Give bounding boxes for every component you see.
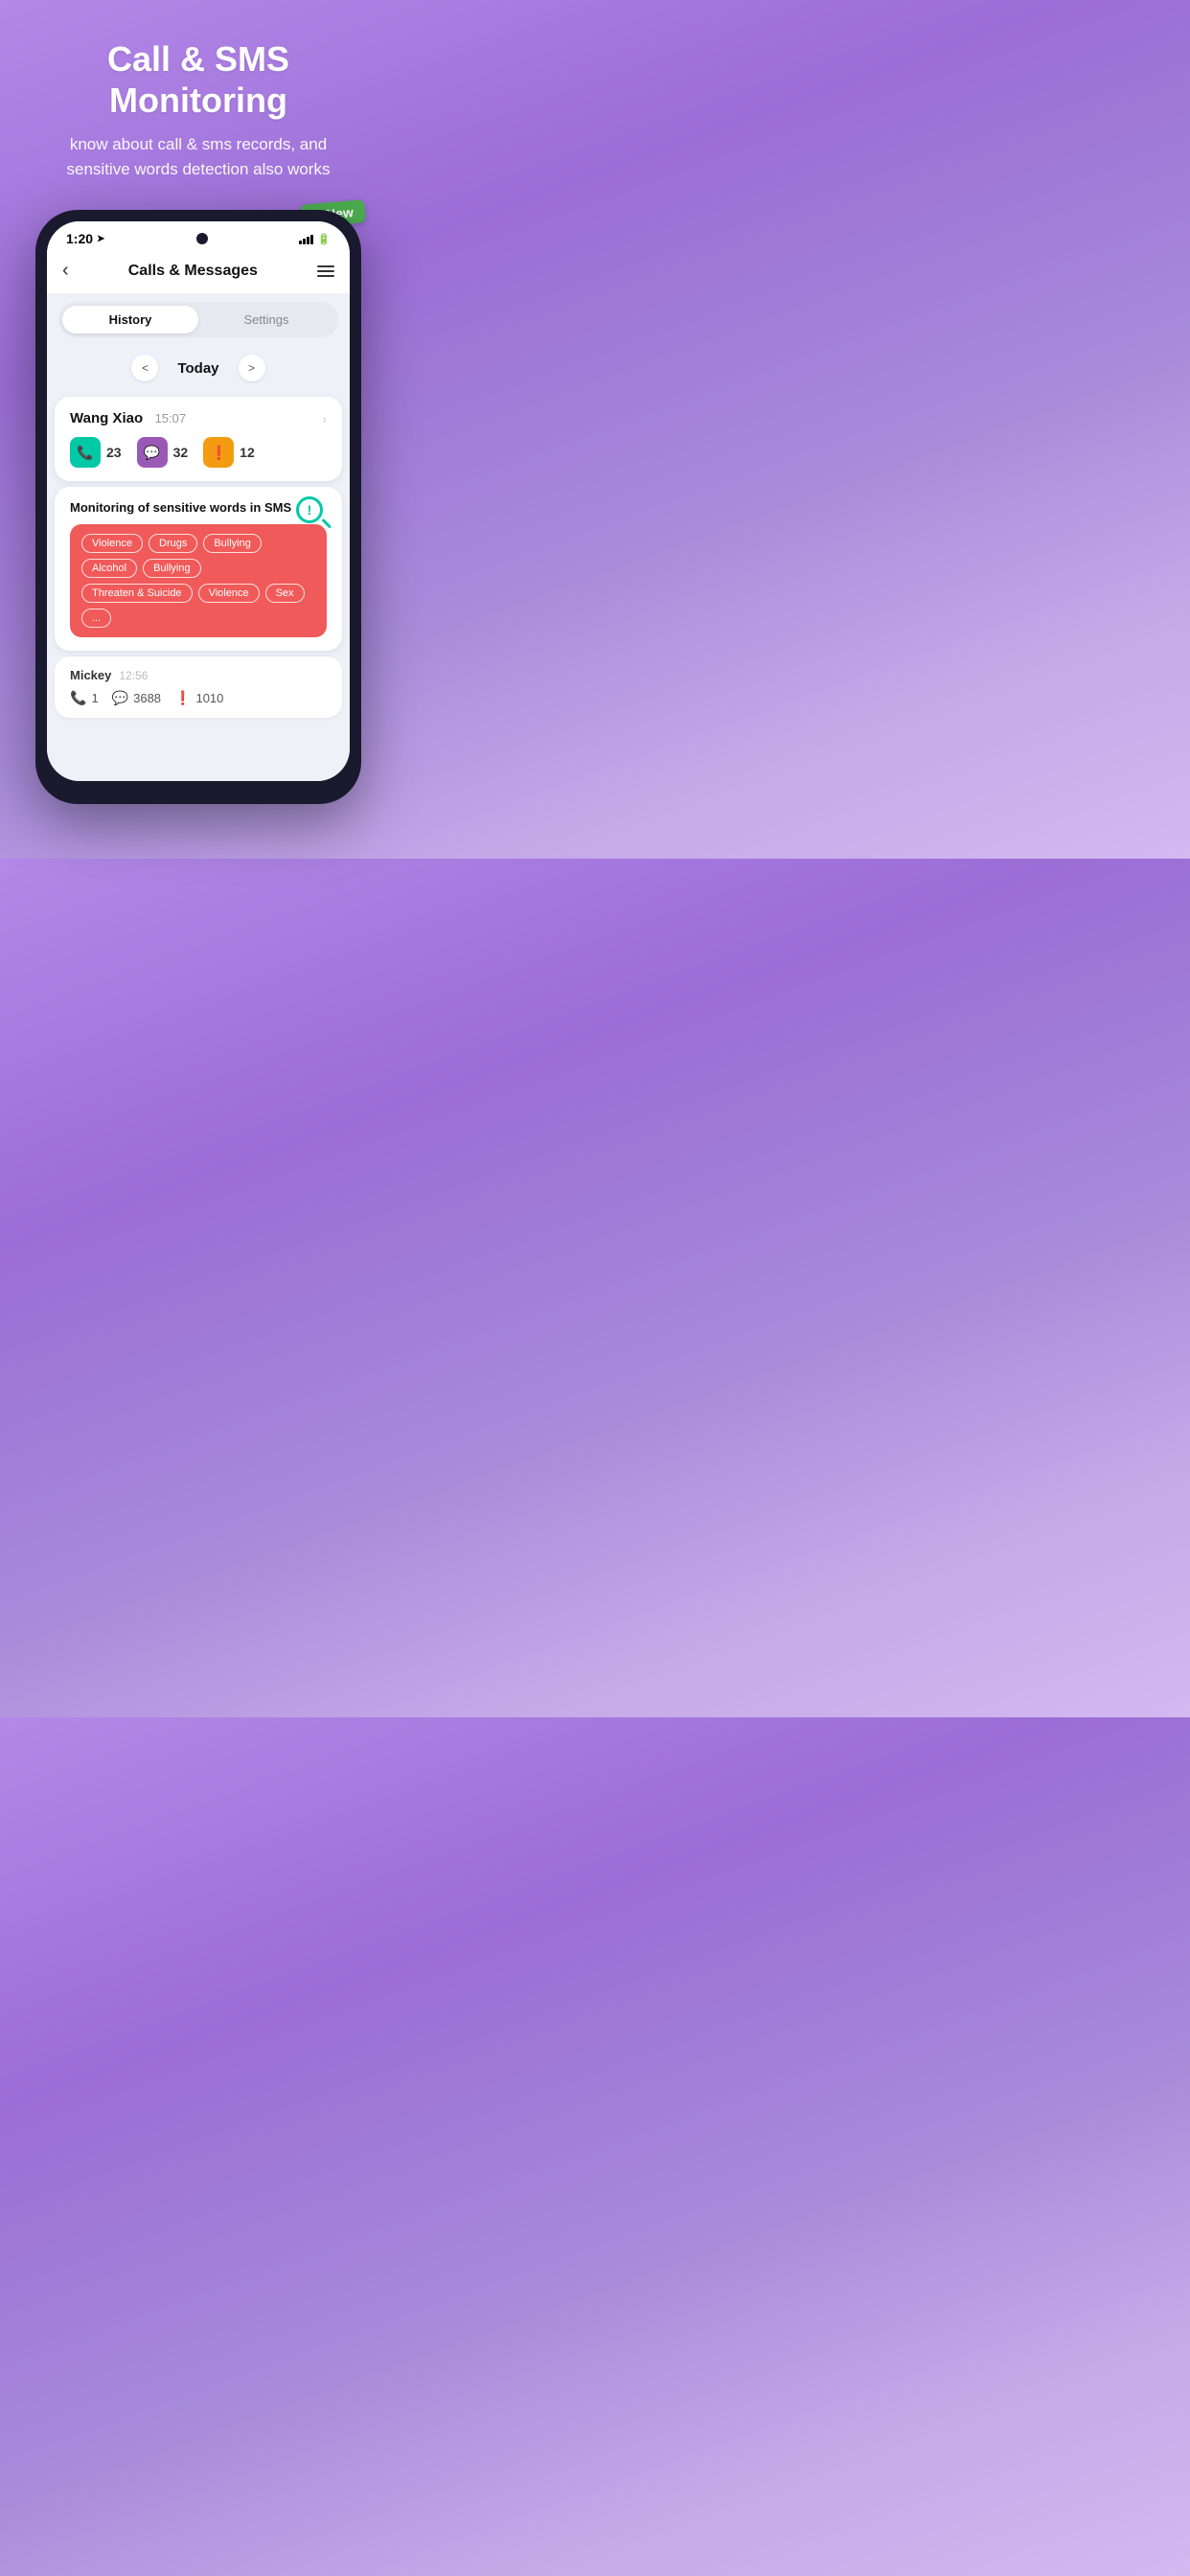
call-count: 23 (106, 445, 122, 460)
contact-header: Wang Xiao 15:07 › (70, 410, 327, 427)
message-icon: 💬 (144, 445, 160, 461)
search-circle: ! (296, 496, 323, 523)
mickey-msg-count: 3688 (133, 691, 161, 705)
mickey-name: Mickey (70, 668, 111, 682)
location-icon: ➤ (97, 234, 104, 244)
phone-frame: 1:20 ➤ 🔋 (35, 210, 361, 804)
contact-name: Wang Xiao (70, 410, 143, 426)
app-header: ‹ Calls & Messages (47, 250, 350, 294)
alert-stat: ❗ 12 (203, 437, 255, 468)
mickey-stats: 📞 1 💬 3688 ❗ 1010 (70, 690, 327, 706)
battery-icon: 🔋 (317, 233, 331, 245)
tab-switcher: History Settings (47, 294, 350, 345)
tag-violence-2: Violence (198, 584, 260, 603)
status-icons: 🔋 (299, 233, 331, 245)
alert-count: 12 (240, 445, 255, 460)
menu-line-1 (317, 265, 334, 267)
mickey-header: Mickey 12:56 (70, 668, 327, 682)
mickey-time: 12:56 (119, 669, 148, 682)
mickey-msg-icon: 💬 (112, 690, 128, 706)
tag-alcohol: Alcohol (81, 559, 137, 578)
main-title: Call & SMS Monitoring (29, 38, 368, 121)
mickey-alert-count: 1010 (195, 691, 223, 705)
tab-settings[interactable]: Settings (198, 306, 334, 334)
app-title: Calls & Messages (128, 263, 258, 280)
time-display: 1:20 (66, 231, 93, 246)
sensitive-panel-title: Monitoring of sensitive words in SMS (70, 500, 327, 515)
signal-bar-3 (307, 237, 309, 244)
tag-more: ... (81, 609, 111, 628)
phone-bottom-space (47, 724, 350, 781)
phone-icon: 📞 (77, 445, 93, 461)
tab-history[interactable]: History (62, 306, 198, 334)
search-handle-icon (321, 518, 332, 529)
phone-screen: 1:20 ➤ 🔋 (47, 221, 350, 781)
tag-violence-1: Violence (81, 534, 143, 553)
signal-bar-4 (310, 235, 313, 244)
prev-date-button[interactable]: < (131, 355, 158, 381)
menu-button[interactable] (317, 265, 334, 277)
call-icon: 📞 (70, 437, 101, 468)
alert-icon: ❗ (203, 437, 234, 468)
phone-container: ✦ New 1:20 ➤ (35, 210, 361, 804)
prev-icon: < (142, 361, 149, 375)
msg-count: 32 (173, 445, 189, 460)
menu-line-2 (317, 270, 334, 272)
mickey-alert-stat: ❗ 1010 (174, 690, 223, 706)
contact-name-row: Wang Xiao 15:07 (70, 410, 186, 427)
tab-pill-container: History Settings (58, 302, 338, 337)
next-date-button[interactable]: > (239, 355, 265, 381)
date-nav: < Today > (47, 345, 350, 391)
date-label: Today (177, 360, 218, 377)
contact-time: 15:07 (155, 411, 187, 426)
wang-xiao-card[interactable]: Wang Xiao 15:07 › 📞 23 (55, 397, 342, 481)
status-bar: 1:20 ➤ 🔋 (47, 221, 350, 250)
search-icon-badge: ! (296, 496, 331, 531)
tag-drugs: Drugs (149, 534, 197, 553)
exclamation-icon: ❗ (210, 445, 226, 461)
sub-title: know about call & sms records, andsensit… (29, 132, 368, 181)
mickey-alert-icon: ❗ (174, 690, 191, 706)
tags-container: Violence Drugs Bullying Alcohol Bullying… (70, 524, 327, 637)
mickey-call-stat: 📞 1 (70, 690, 99, 706)
msg-icon: 💬 (137, 437, 168, 468)
header-section: Call & SMS Monitoring know about call & … (0, 0, 397, 200)
mickey-phone-icon: 📞 (70, 690, 86, 706)
tag-bullying-1: Bullying (203, 534, 262, 553)
tag-bullying-2: Bullying (143, 559, 201, 578)
msg-stat: 💬 32 (137, 437, 189, 468)
tag-threaten-suicide: Threaten & Suicide (81, 584, 193, 603)
call-stat: 📞 23 (70, 437, 122, 468)
contact-stats: 📞 23 💬 32 ❗ (70, 437, 327, 468)
mickey-msg-stat: 💬 3688 (112, 690, 161, 706)
tag-sex: Sex (265, 584, 305, 603)
back-button[interactable]: ‹ (62, 260, 69, 282)
mickey-card[interactable]: Mickey 12:56 📞 1 💬 3688 ❗ (55, 656, 342, 718)
mickey-call-count: 1 (91, 691, 98, 705)
menu-line-3 (317, 275, 334, 277)
signal-bar-1 (299, 241, 302, 244)
status-time: 1:20 ➤ (66, 231, 104, 246)
sensitive-panel: Monitoring of sensitive words in SMS ! V… (55, 487, 342, 651)
next-icon: > (248, 361, 255, 375)
contact-chevron-icon: › (322, 411, 327, 426)
search-exclaim-icon: ! (308, 502, 312, 518)
signal-bar-2 (303, 239, 306, 244)
front-camera (196, 233, 208, 244)
signal-bars (299, 233, 313, 244)
page-wrapper: Call & SMS Monitoring know about call & … (0, 0, 397, 842)
